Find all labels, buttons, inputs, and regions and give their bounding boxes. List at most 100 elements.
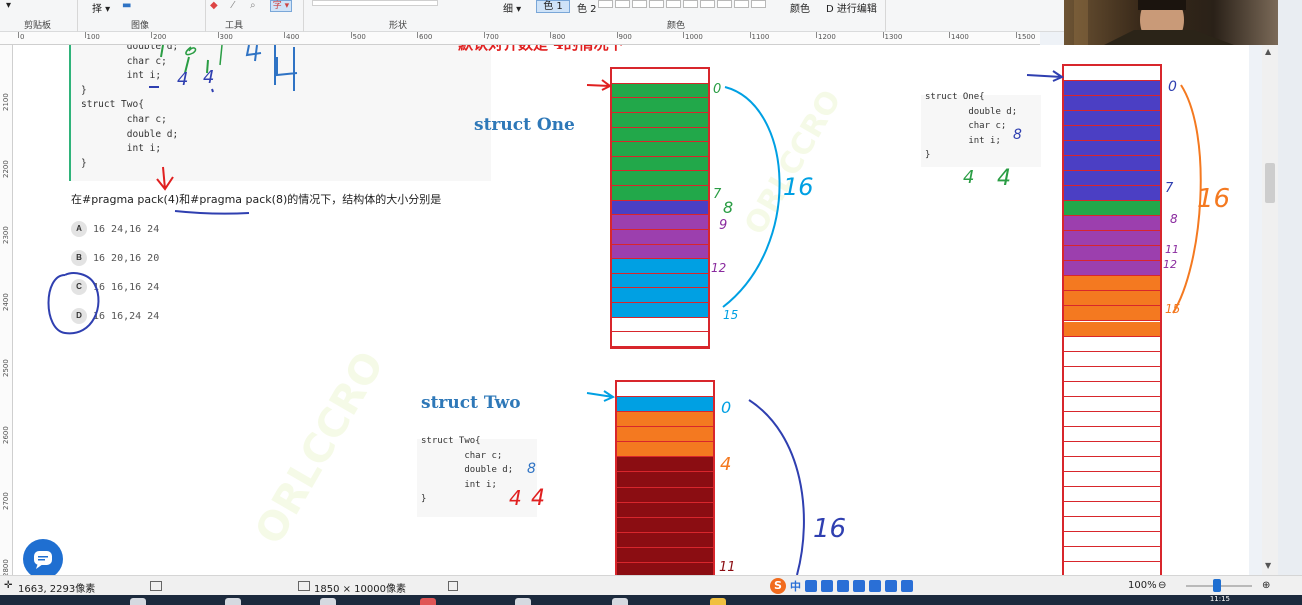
cursor-position: 1663, 2293像素 — [18, 584, 96, 595]
hw-four-a: 4 — [177, 69, 188, 90]
color-swatch[interactable] — [632, 0, 647, 8]
ribbon-separator — [303, 0, 304, 32]
color-palette[interactable] — [598, 0, 766, 8]
ruler-tick — [350, 32, 352, 38]
color-swatch[interactable] — [734, 0, 749, 8]
eraser-icon[interactable]: ◆ — [210, 0, 218, 11]
ruler-label: 2700 — [2, 492, 10, 510]
cursor-position-icon: ✛ — [4, 580, 13, 591]
magnifier-icon[interactable]: ⌕ — [250, 0, 256, 11]
one-offset-7: 7 — [713, 187, 722, 202]
thickness-button[interactable]: 细 ▾ — [503, 0, 521, 15]
hw-two-4a: 4 — [509, 486, 522, 510]
color1-button[interactable]: 色 1 — [536, 0, 570, 13]
r-offset-12: 12 — [1163, 258, 1177, 271]
taskbar-app-icon[interactable] — [710, 598, 726, 605]
one-offset-8: 8 — [723, 198, 733, 217]
picker-icon[interactable]: ⁄ — [232, 0, 234, 11]
crop-icon[interactable]: ▬ — [122, 0, 131, 11]
ruler-tick — [417, 32, 418, 38]
ime-menu-icon[interactable] — [901, 580, 913, 592]
hw-two-4b: 4 — [531, 486, 545, 511]
paint-window: ▾ 剪贴板 择 ▾ ▬ 图像 ◆ ⁄ ⌕ 字 ▾ 工具 形状 细 ▾ 色 1 色… — [0, 0, 1302, 605]
zoom-slider-thumb[interactable] — [1213, 579, 1221, 592]
edit-colors-button[interactable]: 颜色 — [790, 0, 810, 15]
r-offset-11: 11 — [1165, 243, 1179, 256]
hw-four-b: 4 — [203, 67, 214, 88]
ruler-tick — [816, 32, 817, 38]
status-bar: ✛ 1663, 2293像素 1850 × 10000像素 S 中 100% ⊖… — [0, 575, 1302, 595]
two-offset-4: 4 — [720, 454, 731, 475]
image-group-label: 图像 — [131, 21, 150, 31]
taskbar-app-icon[interactable] — [515, 598, 531, 605]
ime-user-icon[interactable] — [869, 580, 881, 592]
ruler-tick — [217, 32, 219, 38]
scrollbar-thumb[interactable] — [1265, 163, 1275, 203]
handwriting-overlay: 默认对齐数是 4的情况下 4 4 0 7 8 9 — [47, 45, 1230, 575]
chat-bubble-button[interactable] — [23, 539, 63, 575]
canvas-size: 1850 × 10000像素 — [314, 584, 406, 595]
color-swatch[interactable] — [751, 0, 766, 8]
ruler-label: 0 — [20, 33, 25, 41]
thickness-label: 细 — [503, 4, 513, 15]
right-edge-panel — [1278, 0, 1302, 575]
ruler-label: 2500 — [2, 359, 10, 377]
color-swatch[interactable] — [700, 0, 715, 8]
two-offset-11: 11 — [719, 560, 736, 575]
text-button[interactable]: 字 ▾ — [270, 0, 292, 12]
color2-button[interactable]: 色 2 — [577, 0, 597, 15]
ruler-label: 2800 — [2, 558, 10, 577]
clipboard-group-label: 剪贴板 — [24, 21, 52, 31]
canvas-size-icon — [298, 581, 310, 591]
select-button[interactable]: 择 ▾ — [92, 0, 110, 15]
ruler-label: 200 — [153, 33, 167, 41]
shapes-gallery[interactable] — [312, 0, 438, 6]
zoom-out-icon[interactable]: ⊖ — [1158, 580, 1166, 591]
taskbar-clock: 11:15 — [1209, 595, 1230, 603]
ruler-tick — [151, 32, 152, 38]
taskbar-app-icon[interactable] — [320, 598, 336, 605]
ruler-label: 300 — [219, 33, 233, 41]
ruler-tick — [683, 32, 684, 38]
ruler-label: 1500 — [1017, 33, 1036, 41]
taskbar-app-icon[interactable] — [612, 598, 628, 605]
taskbar-app-icon[interactable] — [225, 598, 241, 605]
color-swatch[interactable] — [598, 0, 613, 8]
ime-mode[interactable]: 中 — [790, 578, 801, 594]
color-swatch[interactable] — [649, 0, 664, 8]
color-swatch[interactable] — [717, 0, 732, 8]
taskbar-app-icon[interactable] — [130, 598, 146, 605]
ime-mic-icon[interactable] — [837, 580, 849, 592]
ime-keyboard-icon[interactable] — [853, 580, 865, 592]
drawing-canvas[interactable]: ORLCCRO ORLCCRO double d; char c; int i;… — [13, 45, 1249, 575]
zoom-in-icon[interactable]: ⊕ — [1262, 580, 1270, 591]
ruler-tick — [483, 32, 485, 38]
r-offset-7: 7 — [1165, 181, 1174, 196]
ime-punct-icon[interactable] — [805, 580, 817, 592]
r-size-16: 16 — [1197, 184, 1230, 214]
ruler-label: 1400 — [951, 33, 969, 41]
presenter-video-icon — [1074, 0, 1234, 45]
two-size-16: 16 — [813, 514, 846, 544]
scroll-up-icon[interactable]: ▲ — [1265, 47, 1271, 56]
text-button-label: 字 — [272, 1, 282, 11]
tools-group-label: 工具 — [225, 21, 244, 31]
heading-partial-text: 默认对齐数是 4的情况下 — [458, 45, 624, 53]
shapes-group-label: 形状 — [389, 21, 408, 31]
ime-emoji-icon[interactable] — [821, 580, 833, 592]
color-swatch[interactable] — [666, 0, 681, 8]
ribbon-arrow-icon[interactable]: ▾ — [6, 0, 11, 11]
ruler-label: 700 — [485, 33, 499, 41]
ruler-tick — [749, 32, 751, 38]
ime-toolbar[interactable]: S 中 — [770, 578, 913, 594]
taskbar-app-icon[interactable] — [420, 598, 436, 605]
zoom-level: 100% — [1128, 580, 1157, 591]
scroll-down-icon[interactable]: ▼ — [1265, 561, 1271, 570]
edit-with-3d-button[interactable]: D 进行编辑 — [826, 0, 877, 15]
ime-skin-icon[interactable] — [885, 580, 897, 592]
vertical-scrollbar[interactable]: ▲ ▼ — [1262, 45, 1278, 575]
select-button-label: 择 — [92, 4, 102, 15]
color-swatch[interactable] — [615, 0, 630, 8]
color-swatch[interactable] — [683, 0, 698, 8]
ruler-label: 600 — [419, 33, 433, 41]
